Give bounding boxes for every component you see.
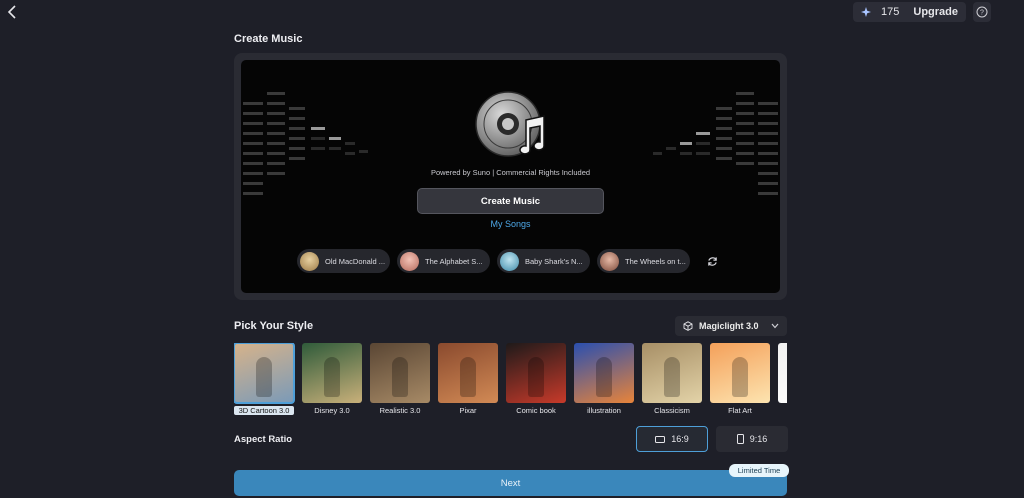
style-figure [256, 357, 272, 397]
style-card[interactable]: Flat Art [710, 343, 770, 417]
style-label: 3D Cartoon 3.0 [234, 406, 294, 415]
song-thumbnail [500, 251, 519, 271]
song-chip-label: The Alphabet S... [425, 256, 483, 266]
music-disc-icon [475, 91, 545, 157]
style-figure [596, 357, 612, 397]
song-chip[interactable]: Baby Shark's N... [497, 249, 590, 273]
song-chip-label: The Wheels on t... [625, 256, 686, 266]
chevron-left-icon [7, 5, 16, 19]
song-thumbnail [600, 251, 619, 271]
landscape-icon [655, 435, 666, 443]
song-chip[interactable]: The Alphabet S... [397, 249, 490, 273]
equalizer-right-graphic [653, 92, 778, 195]
limited-time-badge: Limited Time [729, 464, 789, 477]
style-card[interactable]: Disney 3.0 [302, 343, 362, 417]
aspect-option-label: 9:16 [749, 434, 768, 444]
my-songs-link[interactable]: My Songs [241, 219, 780, 229]
style-figure [324, 357, 340, 397]
song-chip-label: Baby Shark's N... [525, 256, 583, 266]
refresh-songs-button[interactable] [700, 249, 724, 273]
create-music-card: Powered by Suno | Commercial Rights Incl… [234, 53, 787, 300]
style-label: Classicism [654, 406, 690, 415]
cube-icon [683, 321, 693, 331]
svg-text:?: ? [980, 10, 984, 17]
style-figure [392, 357, 408, 397]
style-label: Disney 3.0 [314, 406, 350, 415]
song-chip-label: Old MacDonald ... [325, 256, 386, 266]
credits-display: 175 [861, 6, 905, 18]
style-card[interactable]: illustration [574, 343, 634, 417]
pick-style-title: Pick Your Style [234, 320, 314, 332]
help-button[interactable]: ? [973, 2, 991, 22]
aspect-16-9-button[interactable]: 16:9 [636, 426, 708, 452]
upgrade-button[interactable]: Upgrade [913, 6, 958, 18]
style-list: 3D Cartoon 3.0 Disney 3.0 Realistic 3.0 Pix… [234, 343, 787, 417]
model-select[interactable]: Magiclight 3.0 [675, 316, 787, 336]
style-thumbnail [642, 343, 702, 403]
style-figure [732, 357, 748, 397]
song-suggestions: Old MacDonald ... The Alphabet S... Baby… [297, 249, 724, 273]
style-figure [664, 357, 680, 397]
style-card[interactable]: Classicism [642, 343, 702, 417]
create-music-button[interactable]: Create Music [417, 188, 604, 214]
help-icon: ? [976, 6, 988, 18]
style-figure [460, 357, 476, 397]
song-thumbnail [300, 251, 319, 271]
song-thumbnail [400, 251, 419, 271]
aspect-9-16-button[interactable]: 9:16 [716, 426, 788, 452]
style-thumbnail [506, 343, 566, 403]
style-card[interactable]: Sim [778, 343, 787, 417]
back-button[interactable] [4, 3, 20, 21]
credits-count: 175 [881, 6, 900, 18]
model-select-value: Magiclight 3.0 [699, 321, 759, 331]
aspect-option-label: 16:9 [671, 434, 689, 444]
style-label: Realistic 3.0 [379, 406, 421, 415]
portrait-icon [736, 434, 744, 444]
style-label: illustration [587, 406, 621, 415]
style-card[interactable]: 3D Cartoon 3.0 [234, 343, 295, 417]
style-card[interactable]: Pixar [438, 343, 498, 417]
style-thumbnail [710, 343, 770, 403]
style-figure [528, 357, 544, 397]
powered-by-text: Powered by Suno | Commercial Rights Incl… [430, 168, 591, 177]
song-chip[interactable]: The Wheels on t... [597, 249, 690, 273]
refresh-icon [707, 256, 717, 266]
style-thumbnail [574, 343, 634, 403]
music-banner: Powered by Suno | Commercial Rights Incl… [241, 60, 780, 293]
next-button[interactable]: Next [234, 470, 787, 496]
style-card[interactable]: Comic book [506, 343, 566, 417]
style-label: Flat Art [728, 406, 752, 415]
chevron-down-icon [771, 323, 779, 329]
style-thumbnail [438, 343, 498, 403]
style-thumbnail [234, 343, 295, 404]
style-thumbnail [302, 343, 362, 403]
style-card[interactable]: Realistic 3.0 [370, 343, 430, 417]
song-chip[interactable]: Old MacDonald ... [297, 249, 390, 273]
create-music-title: Create Music [234, 33, 303, 45]
style-label: Comic book [516, 406, 556, 415]
style-thumbnail [370, 343, 430, 403]
aspect-ratio-label: Aspect Ratio [234, 434, 293, 445]
style-label: Pixar [459, 406, 477, 415]
style-thumbnail [778, 343, 787, 403]
equalizer-left-graphic [243, 92, 368, 195]
style-label: Sim [778, 406, 787, 415]
credits-bar: 175 Upgrade [853, 2, 966, 22]
sparkle-icon [861, 7, 872, 17]
